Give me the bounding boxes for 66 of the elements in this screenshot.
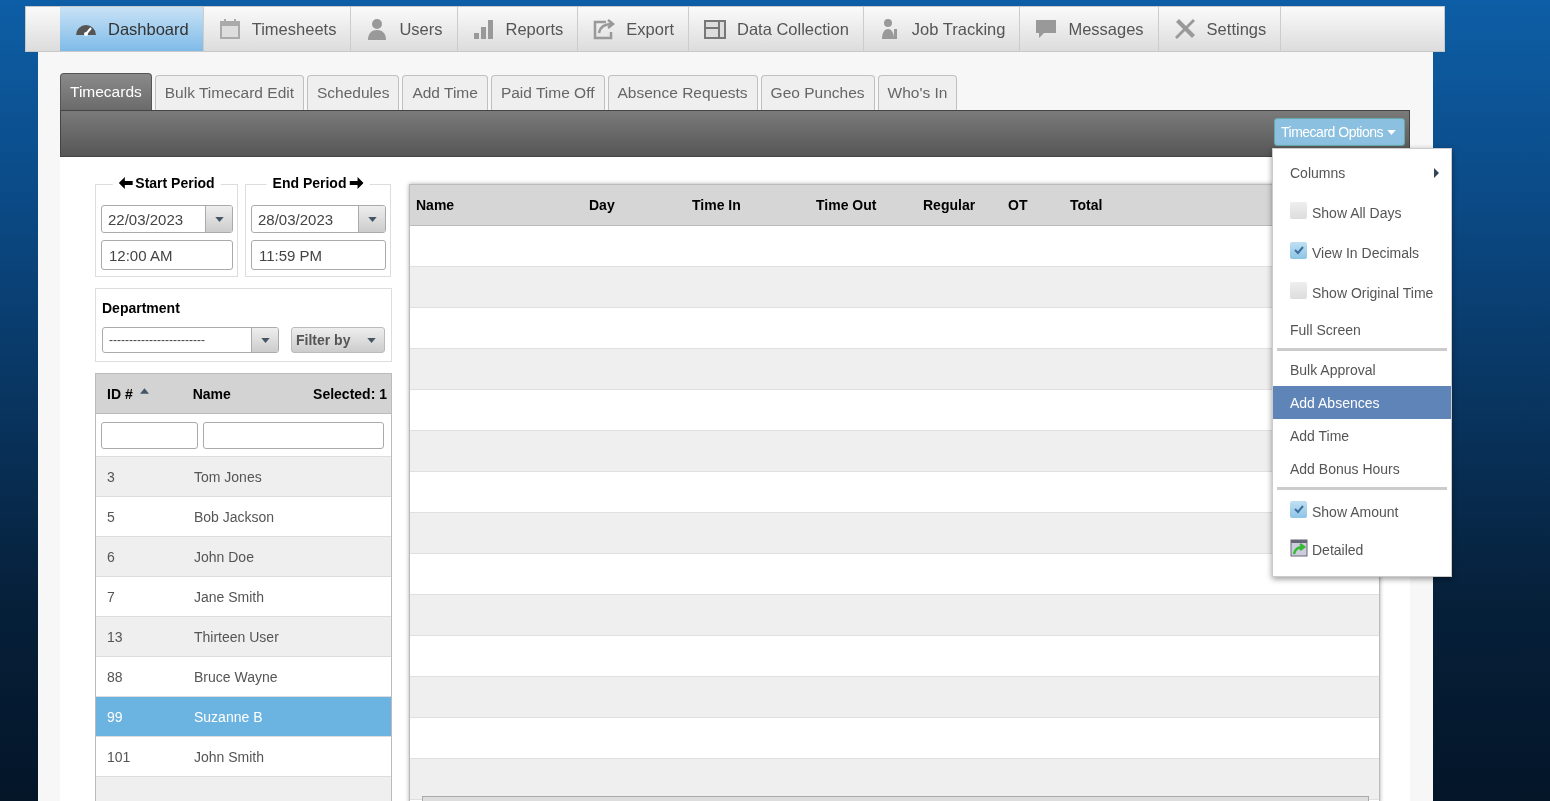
employee-id: 3	[106, 468, 116, 485]
nav-tab[interactable]: Timesheets	[203, 7, 352, 51]
nav-tab[interactable]: Messages	[1020, 7, 1159, 51]
nav-tab[interactable]: Settings	[1158, 7, 1282, 51]
employee-name: Thirteen User	[194, 628, 279, 645]
menu-item[interactable]: View In Decimals	[1273, 233, 1451, 273]
time-field[interactable]: 12:00 AM	[101, 240, 233, 270]
menu-item[interactable]: Bulk Approval	[1273, 353, 1451, 386]
employee-name: Tom Jones	[194, 468, 262, 485]
menu-item[interactable]: Detailed	[1273, 532, 1451, 568]
department-select[interactable]: ------------------------	[102, 327, 279, 353]
employee-row[interactable]: 6 John Doe	[96, 537, 391, 577]
employee-name: Bob Jackson	[194, 508, 275, 525]
nav-tab[interactable]: Dashboard	[60, 7, 204, 51]
menu-item[interactable]: Columns	[1273, 153, 1451, 193]
menu-item[interactable]: Show Original Time	[1273, 273, 1451, 313]
employee-id: 6	[106, 548, 116, 565]
employee-name: Suzanne B	[194, 708, 263, 725]
menu-item[interactable]: Add Bonus Hours	[1273, 452, 1451, 485]
menu-item[interactable]: Add Time	[1273, 419, 1451, 452]
time-field[interactable]: 11:59 PM	[251, 240, 386, 270]
employee-name: Jane Smith	[194, 588, 265, 605]
menu-item[interactable]: Show Amount	[1273, 492, 1451, 532]
column-header[interactable]: Day	[589, 197, 615, 213]
date-select[interactable]: 28/03/2023	[251, 205, 386, 233]
employee-id: 101	[106, 748, 132, 765]
menu-item[interactable]: Show All Days	[1273, 193, 1451, 233]
filter-by-button[interactable]: Filter by	[291, 327, 385, 353]
sub-tab[interactable]: Paid Time Off	[490, 75, 605, 110]
nav-tab[interactable]: Data Collection	[688, 7, 864, 51]
menu-item[interactable]: Add Absences	[1273, 386, 1451, 419]
column-header[interactable]: Total	[1070, 197, 1103, 213]
employee-id: 88	[106, 668, 124, 685]
column-header[interactable]: Name	[416, 197, 455, 213]
column-header[interactable]: Time Out	[816, 197, 877, 213]
sub-tab[interactable]: Timecards	[60, 73, 152, 110]
employee-id: 5	[106, 508, 116, 525]
column-header[interactable]: ID #	[107, 385, 133, 402]
column-header[interactable]: Time In	[692, 197, 741, 213]
sub-tab[interactable]: Add Time	[402, 75, 488, 110]
sub-tab[interactable]: Who's In	[877, 75, 958, 110]
column-header[interactable]: Regular	[923, 197, 976, 213]
nav-tab[interactable]: Export	[578, 7, 689, 51]
start-period-label: Start Period	[112, 175, 221, 191]
sub-tab[interactable]: Geo Punches	[760, 75, 875, 110]
employee-name: Bruce Wayne	[194, 668, 278, 685]
nav-tab[interactable]: Job Tracking	[863, 7, 1021, 51]
employee-id: 99	[106, 708, 124, 725]
employee-name: John Smith	[194, 748, 265, 765]
sub-tab[interactable]: Schedules	[307, 75, 400, 110]
end-period-label: End Period	[266, 175, 370, 191]
sub-tab[interactable]: Absence Requests	[607, 75, 758, 110]
employee-id: 7	[106, 588, 116, 605]
employee-row[interactable]: 3 Tom Jones	[96, 457, 391, 497]
menu-item[interactable]: Full Screen	[1273, 313, 1451, 346]
date-select[interactable]: 22/03/2023	[101, 205, 233, 233]
employee-id: 13	[106, 628, 124, 645]
department-label: Department	[102, 300, 181, 316]
selected-count: Selected: 1	[313, 385, 387, 402]
employee-name: John Doe	[194, 548, 254, 565]
employee-row[interactable]: 13 Thirteen User	[96, 617, 391, 657]
nav-tab[interactable]: Users	[351, 7, 458, 51]
column-header[interactable]: Name	[192, 385, 231, 402]
column-header[interactable]: OT	[1008, 197, 1028, 213]
nav-tab[interactable]: Reports	[457, 7, 579, 51]
sub-tab[interactable]: Bulk Timecard Edit	[154, 75, 304, 110]
